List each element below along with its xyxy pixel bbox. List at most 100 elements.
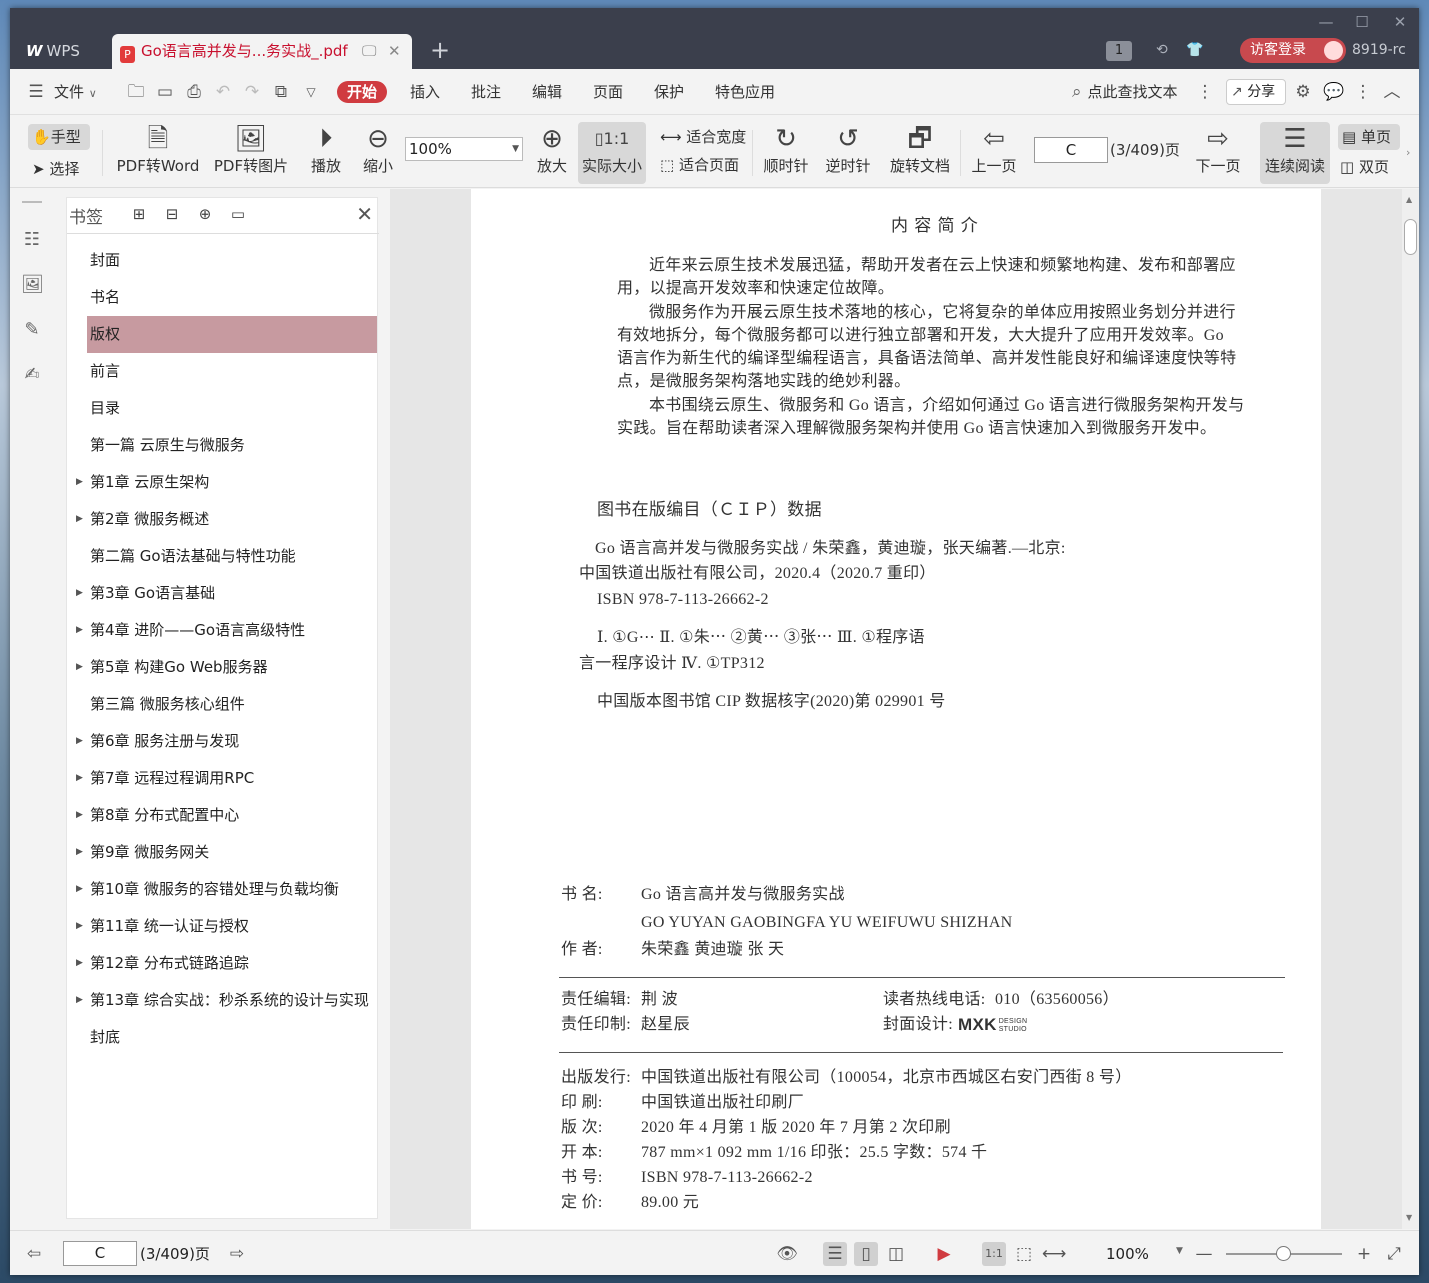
minimize-icon[interactable]: — — [1314, 12, 1338, 32]
tab-wps-home[interactable]: W WPS — [16, 34, 108, 69]
status-page-input[interactable]: C — [63, 1241, 137, 1266]
bookmark-item[interactable]: ▶ 第10章 微服务的容错处理与负载均衡 — [67, 871, 379, 908]
bookmark-item[interactable]: 封底 — [67, 1019, 379, 1056]
menu-protect[interactable]: 保护 — [654, 81, 684, 103]
document-view[interactable]: 内 容 简 介 近年来云原生技术发展迅猛，帮助开发者在云上快速和频繁地构建、发布… — [390, 189, 1402, 1229]
expand-arrow-icon[interactable]: ▶ — [76, 612, 83, 649]
collapse-ribbon-icon[interactable]: ︿ — [1382, 82, 1402, 102]
expand-arrow-icon[interactable]: ▶ — [76, 464, 83, 501]
expand-arrow-icon[interactable]: ▶ — [76, 945, 83, 982]
menu-page[interactable]: 页面 — [593, 81, 623, 103]
bookmark-item[interactable]: ▶ 第2章 微服务概述 — [67, 501, 379, 538]
expand-arrow-icon[interactable]: ▶ — [76, 649, 83, 686]
tab-document[interactable]: P Go语言高并发与...务实战_.pdf 🖵 ✕ — [112, 34, 412, 69]
status-zoom-value[interactable]: 100% — [1106, 1242, 1149, 1266]
zoom-out-icon[interactable]: — — [1192, 1242, 1216, 1266]
hamburger-icon[interactable]: ☰ — [26, 82, 46, 102]
bookmark-item[interactable]: ▶ 第12章 分布式链路追踪 — [67, 945, 379, 982]
pdf-to-word-button[interactable]: 🗎 PDF转Word — [110, 122, 206, 184]
fit-width-button[interactable]: ⟷ 适合宽度 — [660, 124, 746, 150]
expand-arrow-icon[interactable]: ▶ — [76, 575, 83, 612]
ribbon-scroll-right-icon[interactable]: › — [1406, 146, 1410, 159]
annotation-icon[interactable]: ✎ — [21, 319, 43, 341]
zoom-dropdown-icon[interactable]: ▼ — [1176, 1246, 1183, 1256]
expand-arrow-icon[interactable]: ▶ — [76, 982, 83, 1019]
actual-size-button[interactable]: ▯1:1 实际大小 — [578, 122, 646, 184]
bookmark-item[interactable]: ▶ 第1章 云原生架构 — [67, 464, 379, 501]
bookmark-item[interactable]: ▶ 第8章 分布式配置中心 — [67, 797, 379, 834]
bookmark-item[interactable]: ▶ 第6章 服务注册与发现 — [67, 723, 379, 760]
zoom-out-button[interactable]: ⊖ 缩小 — [356, 122, 400, 184]
thumbnail-icon[interactable]: 🖼 — [21, 274, 44, 296]
eye-protection-icon[interactable]: 👁 — [775, 1242, 799, 1266]
double-page-button[interactable]: ◫ 双页 — [1340, 154, 1389, 180]
redo-icon[interactable]: ↷ — [242, 82, 262, 102]
drag-handle[interactable] — [22, 201, 42, 203]
actual-size-icon[interactable]: 1:1 — [982, 1242, 1006, 1266]
close-tab-icon[interactable]: ✕ — [388, 34, 401, 69]
close-window-icon[interactable]: ✕ — [1388, 12, 1412, 32]
next-page-button[interactable]: ⇨ 下一页 — [1192, 122, 1244, 184]
expand-arrow-icon[interactable]: ▶ — [76, 797, 83, 834]
bookmark-item[interactable]: 第一篇 云原生与微服务 — [67, 427, 379, 464]
export-icon[interactable]: ⧉ — [271, 82, 291, 102]
bookmark-item[interactable]: 第三篇 微服务核心组件 — [67, 686, 379, 723]
bookmark-item[interactable]: ▶ 第3章 Go语言基础 — [67, 575, 379, 612]
guest-login-button[interactable]: 访客登录 — [1240, 38, 1346, 63]
zoom-select[interactable]: 100% ▼ — [405, 137, 523, 161]
next-page-icon[interactable]: ⇨ — [225, 1242, 249, 1266]
single-page-button[interactable]: ▤ 单页 — [1338, 124, 1400, 150]
single-page-view-icon[interactable]: ▯ — [854, 1242, 878, 1266]
bookmark-item[interactable]: ▶ 第13章 综合实战：秒杀系统的设计与实现 — [67, 982, 379, 1019]
pin-icon[interactable]: 🖵 — [362, 34, 376, 69]
menu-insert[interactable]: 插入 — [410, 81, 440, 103]
menu-comment[interactable]: 批注 — [471, 81, 501, 103]
expand-arrow-icon[interactable]: ▶ — [76, 908, 83, 945]
open-folder-icon[interactable]: 🗀 — [126, 82, 146, 102]
window-count-badge[interactable]: 1 — [1106, 41, 1132, 61]
bookmark-item[interactable]: 前言 — [67, 353, 379, 390]
prev-page-button[interactable]: ⇦ 上一页 — [968, 122, 1020, 184]
fit-width-icon[interactable]: ⟷ — [1042, 1242, 1066, 1266]
menu-special-apps[interactable]: 特色应用 — [715, 81, 775, 103]
expand-all-icon[interactable]: ⊞ — [129, 204, 149, 224]
zoom-slider-knob[interactable] — [1276, 1246, 1291, 1261]
close-panel-icon[interactable]: ✕ — [356, 202, 373, 226]
select-tool-button[interactable]: ➤ 选择 — [32, 156, 79, 182]
maximize-icon[interactable]: ☐ — [1350, 12, 1374, 32]
play-slideshow-icon[interactable]: ▶ — [932, 1242, 956, 1266]
continuous-view-icon[interactable]: ☰ — [823, 1242, 847, 1266]
save-icon[interactable]: ▭ — [155, 82, 175, 102]
scroll-down-icon[interactable]: ▼ — [1406, 1213, 1412, 1222]
bookmark-item[interactable]: ▶ 第7章 远程过程调用RPC — [67, 760, 379, 797]
more-options-icon[interactable]: ⋮ — [1353, 82, 1373, 102]
sync-icon[interactable]: ⟲ — [1156, 38, 1168, 62]
zoom-in-button[interactable]: ⊕ 放大 — [530, 122, 574, 184]
collapse-all-icon[interactable]: ⊟ — [162, 204, 182, 224]
bookmark-panel-icon[interactable]: ☷ — [21, 229, 43, 251]
fit-page-button[interactable]: ⬚ 适合页面 — [660, 152, 739, 178]
undo-icon[interactable]: ↶ — [213, 82, 233, 102]
expand-arrow-icon[interactable]: ▶ — [76, 760, 83, 797]
bookmark-item[interactable]: ▶ 第4章 进阶——Go语言高级特性 — [67, 612, 379, 649]
share-button[interactable]: ↗ 分享 — [1226, 79, 1286, 105]
more-dropdown-icon[interactable]: ▽ — [301, 82, 321, 102]
pdf-to-image-button[interactable]: 🖼 PDF转图片 — [210, 122, 292, 184]
menu-edit[interactable]: 编辑 — [532, 81, 562, 103]
rotate-counterclockwise-button[interactable]: ↺ 逆时针 — [822, 122, 874, 184]
expand-arrow-icon[interactable]: ▶ — [76, 834, 83, 871]
hand-tool-button[interactable]: ✋手型 — [28, 124, 90, 150]
bookmark-item[interactable]: 目录 — [67, 390, 379, 427]
vertical-scrollbar[interactable]: ▲ ▼ — [1402, 189, 1419, 1229]
signature-icon[interactable]: ✍ — [21, 364, 43, 386]
print-icon[interactable]: ⎙ — [184, 82, 204, 102]
settings-icon[interactable]: ⚙ — [1293, 82, 1313, 102]
bookmark-item[interactable]: 版权 — [87, 316, 377, 353]
page-number-input[interactable]: C — [1034, 137, 1108, 163]
expand-arrow-icon[interactable]: ▶ — [76, 871, 83, 908]
add-bookmark-icon[interactable]: ⊕ — [195, 204, 215, 224]
zoom-slider[interactable] — [1226, 1246, 1342, 1261]
more-vertical-icon[interactable]: ⋮ — [1195, 82, 1215, 102]
find-text-box[interactable]: ⌕ 点此查找文本 — [1072, 81, 1178, 103]
play-button[interactable]: ⏵ 播放 — [304, 122, 348, 184]
